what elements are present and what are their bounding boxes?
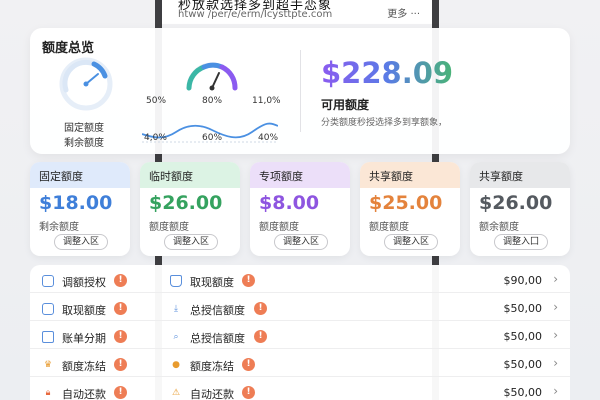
chevron-right-icon[interactable]: › bbox=[553, 272, 558, 286]
card-adjust-button[interactable]: 调整入区 bbox=[274, 234, 328, 250]
gauge-label-remaining: 剩余额度 bbox=[64, 138, 104, 149]
browser-topbar: 秒放款选择多到超手恋象 htww /per/e/erm/Icysttpte.co… bbox=[162, 0, 432, 24]
card-shared-credit-2[interactable]: 共享额度 $26.00 额余额度 调整入囗 bbox=[470, 162, 570, 256]
list-right-label: 额度冻结 bbox=[190, 360, 234, 373]
card-title: 临时额度 bbox=[140, 162, 240, 188]
available-description: 分类额度秒授选择多到享额象， bbox=[321, 118, 448, 128]
card-subtitle: 额度额度 bbox=[369, 222, 409, 233]
list-left-label: 调额授权 bbox=[62, 276, 106, 289]
warning-icon: ! bbox=[114, 330, 127, 343]
calendar-icon bbox=[42, 303, 54, 315]
card-title: 共享额度 bbox=[470, 162, 570, 188]
pct-top-2: 80% bbox=[202, 96, 223, 106]
card-special-credit[interactable]: 专项额度 $8.00 额度额度 调整入区 bbox=[250, 162, 350, 256]
pct-bottom-1: 4,0% bbox=[144, 133, 167, 143]
list-row[interactable]: ♛ 额度冻结 ! ● 额度冻结 ! $50,00 › bbox=[30, 353, 570, 377]
card-amount: $26.00 bbox=[149, 192, 223, 214]
calendar-icon bbox=[42, 275, 54, 287]
list-left-label: 额度冻结 bbox=[62, 360, 106, 373]
overview-divider bbox=[300, 50, 301, 132]
warning-icon: ! bbox=[114, 386, 127, 399]
card-title: 固定额度 bbox=[30, 162, 130, 188]
lock-icon: 🔒︎ bbox=[45, 388, 51, 398]
card-adjust-button[interactable]: 调整入区 bbox=[164, 234, 218, 250]
warning-icon: ! bbox=[254, 302, 267, 315]
list-value: $50,00 bbox=[503, 386, 543, 399]
list-value: $90,00 bbox=[503, 274, 543, 287]
card-subtitle: 剩余额度 bbox=[39, 222, 79, 233]
search-icon: ⌕ bbox=[173, 332, 179, 342]
available-label: 可用额度 bbox=[321, 98, 370, 112]
card-amount: $18.00 bbox=[39, 192, 113, 214]
folder-icon bbox=[42, 331, 54, 343]
gauge-label-fixed: 固定额度 bbox=[64, 123, 104, 134]
list-row[interactable]: 🔒︎ 自动还款 ! ⚠ 自动还款 ! $50,00 › bbox=[30, 381, 570, 400]
card-adjust-button[interactable]: 调整入囗 bbox=[494, 234, 548, 250]
list-row[interactable]: 取现额度 ! ⤓ 总授信额度 ! $50,00 › bbox=[30, 297, 570, 321]
list-right-label: 总授信额度 bbox=[190, 332, 245, 345]
list-right-label: 取现额度 bbox=[190, 276, 234, 289]
list-row[interactable]: 调额授权 ! 取现额度 ! $90,00 › bbox=[30, 269, 570, 293]
warning-icon: ! bbox=[254, 330, 267, 343]
pct-bottom-2: 60% bbox=[202, 133, 223, 143]
card-fixed-credit[interactable]: 固定额度 $18.00 剩余额度 调整入区 bbox=[30, 162, 130, 256]
fixed-credit-gauge bbox=[59, 57, 113, 111]
list-right-label: 自动还款 bbox=[190, 388, 234, 400]
warning-icon: ! bbox=[242, 358, 255, 371]
list-left-label: 账单分期 bbox=[62, 332, 106, 345]
list-left-label: 自动还款 bbox=[62, 388, 106, 400]
card-amount: $25.00 bbox=[369, 192, 443, 214]
list-left-label: 取现额度 bbox=[62, 304, 106, 317]
more-button[interactable]: 更多 ··· bbox=[387, 5, 420, 20]
usage-gauge bbox=[186, 62, 238, 91]
card-title: 共享额度 bbox=[360, 162, 460, 188]
chevron-right-icon[interactable]: › bbox=[553, 328, 558, 342]
warning-icon: ! bbox=[114, 274, 127, 287]
list-right-label: 总授信额度 bbox=[190, 304, 245, 317]
download-icon: ⤓ bbox=[174, 304, 178, 314]
warning-icon: ! bbox=[242, 386, 255, 399]
card-amount: $26.00 bbox=[479, 192, 553, 214]
card-title: 专项额度 bbox=[250, 162, 350, 188]
available-amount: $228.09 bbox=[321, 56, 454, 90]
bag-icon bbox=[170, 275, 182, 287]
pct-bottom-3: 40% bbox=[258, 133, 279, 143]
list-row[interactable]: 账单分期 ! ⌕ 总授信额度 ! $50,00 › bbox=[30, 325, 570, 349]
card-amount: $8.00 bbox=[259, 192, 320, 214]
warning-icon: ! bbox=[114, 302, 127, 315]
warning-icon: ! bbox=[242, 274, 255, 287]
overview-title: 额度总览 bbox=[42, 41, 95, 56]
warning-icon: ! bbox=[114, 358, 127, 371]
pct-top-3: 11,0% bbox=[252, 96, 281, 106]
list-value: $50,00 bbox=[503, 330, 543, 343]
card-temporary-credit[interactable]: 临时额度 $26.00 额度额度 调整入区 bbox=[140, 162, 240, 256]
list-value: $50,00 bbox=[503, 358, 543, 371]
pct-top-1: 50% bbox=[146, 96, 167, 106]
url-text[interactable]: htww /per/e/erm/Icysttpte.com bbox=[178, 9, 332, 20]
card-shared-credit[interactable]: 共享额度 $25.00 额度额度 调整入区 bbox=[360, 162, 460, 256]
credit-overview-panel: 额度总览 固定额度 剩余额度 50% 80% 11,0% 4,0% 60% 40… bbox=[30, 28, 570, 154]
chevron-right-icon[interactable]: › bbox=[553, 384, 558, 398]
card-subtitle: 额度额度 bbox=[259, 222, 299, 233]
card-adjust-button[interactable]: 调整入区 bbox=[54, 234, 108, 250]
credit-function-list: 调额授权 ! 取现额度 ! $90,00 › 取现额度 ! ⤓ 总授信额度 ! … bbox=[30, 265, 570, 400]
chevron-right-icon[interactable]: › bbox=[553, 300, 558, 314]
crown-icon: ♛ bbox=[43, 360, 53, 370]
user-lock-icon: ● bbox=[172, 360, 180, 370]
list-value: $50,00 bbox=[503, 302, 543, 315]
credit-cards: 固定额度 $18.00 剩余额度 调整入区 临时额度 $26.00 额度额度 调… bbox=[30, 162, 570, 258]
chevron-right-icon[interactable]: › bbox=[553, 356, 558, 370]
card-adjust-button[interactable]: 调整入区 bbox=[384, 234, 438, 250]
card-subtitle: 额度额度 bbox=[149, 222, 189, 233]
alert-triangle-icon: ⚠ bbox=[171, 388, 181, 398]
card-subtitle: 额余额度 bbox=[479, 222, 519, 233]
